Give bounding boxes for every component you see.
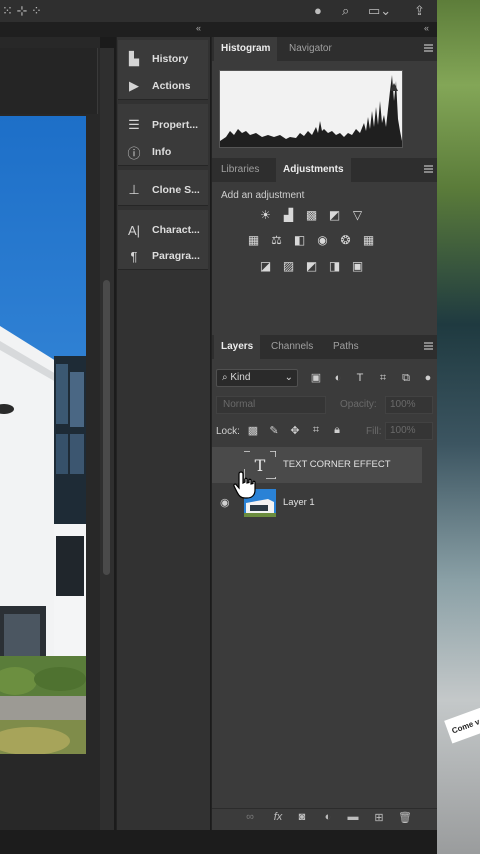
fill-label: Fill: [366, 426, 382, 437]
hand-cursor-icon [233, 471, 256, 499]
filter-shape-icon[interactable]: ⌗ [375, 369, 391, 387]
histogram-tabbar: Histogram Navigator [212, 37, 437, 61]
opacity-field[interactable]: 100% [385, 396, 433, 414]
vibrance-icon[interactable]: ▽ [349, 206, 366, 223]
dock-item-character[interactable]: A| Charact... [124, 220, 200, 240]
histogram-plot [220, 75, 402, 147]
history-icon: ▙ [129, 51, 139, 66]
layer-name[interactable]: TEXT CORNER EFFECT [283, 459, 391, 470]
filter-adjustment-icon[interactable]: ◐ [330, 369, 346, 387]
character-icon: A| [127, 222, 141, 238]
adjustments-tabbar: Libraries Adjustments [212, 158, 437, 182]
building-photo [0, 116, 86, 754]
layer-style-fx-icon[interactable]: fx [270, 811, 286, 823]
workspace-icon[interactable]: ▭⌄ [368, 2, 391, 20]
add-mask-icon[interactable]: ◙ [294, 811, 310, 823]
play-icon: ▶ [129, 78, 139, 93]
color-lookup-icon[interactable]: ▦ [360, 231, 377, 248]
histogram-graph [219, 70, 403, 148]
dock-item-properties[interactable]: ☰ Propert... [124, 115, 198, 135]
add-adjustment-label: Add an adjustment [221, 190, 305, 201]
black-white-icon[interactable]: ◧ [291, 231, 308, 248]
posterize-icon[interactable]: ▨ [280, 257, 297, 274]
properties-icon: ☰ [128, 117, 140, 132]
clone-source-icon: ⊥ [128, 182, 140, 197]
adjustment-row-2: ▦ ⚖ ◧ ◉ ❂ ▦ [245, 231, 377, 248]
tab-layers[interactable]: Layers [214, 335, 261, 359]
dock-item-info[interactable]: ⓘ Info [124, 142, 171, 162]
link-layers-icon[interactable]: ∞ [242, 811, 258, 823]
chevron-down-icon: ⌄ [284, 372, 293, 383]
filter-smart-object-icon[interactable]: ⧉ [398, 369, 414, 387]
gradient-map-icon[interactable]: ◨ [326, 257, 343, 274]
channel-mixer-icon[interactable]: ❂ [337, 231, 354, 248]
delete-layer-trash-icon[interactable]: 🗑︎ [397, 811, 413, 824]
panel-menu-icon[interactable] [424, 44, 433, 52]
lock-paint-icon[interactable]: ✎ [267, 424, 281, 440]
collapse-dock-icon[interactable]: « [196, 23, 201, 33]
lock-all-icon[interactable]: 🔒︎ [330, 424, 344, 440]
tab-adjustments[interactable]: Adjustments [276, 158, 351, 182]
new-group-folder-icon[interactable]: ▬ [345, 811, 361, 823]
color-balance-icon[interactable]: ⚖ [268, 231, 285, 248]
move-options-icon[interactable]: ⁙ ⊹ ⁘ [2, 2, 42, 20]
hue-saturation-icon[interactable]: ▦ [245, 231, 262, 248]
new-adjustment-layer-icon[interactable]: ◐ [320, 811, 336, 823]
tab-navigator[interactable]: Navigator [282, 37, 339, 61]
filter-pixel-icon[interactable]: ▣ [308, 369, 324, 387]
brightness-icon[interactable]: ☀ [257, 206, 274, 223]
selective-color-icon[interactable]: ▣ [349, 257, 366, 274]
tab-channels[interactable]: Channels [264, 335, 320, 359]
info-icon: ⓘ [127, 145, 141, 161]
canvas-scrollbar-thumb[interactable] [103, 280, 110, 575]
fill-field[interactable]: 100% [385, 422, 433, 440]
collapse-panels-icon[interactable]: « [424, 23, 429, 33]
dock-item-clone-source[interactable]: ⊥ Clone S... [124, 180, 200, 200]
layer-name[interactable]: Layer 1 [283, 497, 315, 508]
canvas-pasteboard [0, 48, 98, 114]
share-icon[interactable]: ⇪ [414, 2, 425, 20]
panel-header-strip [0, 22, 437, 37]
photo-filter-icon[interactable]: ◉ [314, 231, 331, 248]
lock-position-icon[interactable]: ✥ [288, 424, 302, 440]
panel-menu-icon[interactable] [424, 165, 433, 173]
threshold-icon[interactable]: ◩ [303, 257, 320, 274]
tab-paths[interactable]: Paths [326, 335, 366, 359]
dock-item-actions[interactable]: ▶ Actions [124, 76, 191, 96]
tab-histogram[interactable]: Histogram [214, 37, 278, 61]
filter-toggle-icon[interactable]: ● [420, 369, 436, 387]
canvas-image[interactable] [0, 116, 86, 754]
filter-type-icon[interactable]: T [352, 369, 368, 387]
options-bar: ⁙ ⊹ ⁘ ● ⌕ ▭⌄ ⇪ [0, 0, 437, 22]
adjustment-row-1: ☀ ▟ ▩ ◩ ▽ [257, 206, 366, 223]
curves-icon[interactable]: ▩ [303, 206, 320, 223]
dock-item-history[interactable]: ▙ History [124, 49, 188, 69]
lock-transparent-icon[interactable]: ▩ [246, 424, 260, 440]
layer-filter-dropdown[interactable]: ⌕ Kind ⌄ [216, 369, 298, 387]
adjustment-row-3: ◪ ▨ ◩ ◨ ▣ [257, 257, 366, 274]
lock-label: Lock: [216, 426, 240, 437]
lock-artboard-icon[interactable]: ⌗ [309, 424, 323, 440]
new-layer-icon[interactable]: ⊞ [371, 811, 387, 824]
blend-mode-dropdown[interactable]: Normal [216, 396, 326, 414]
dock-item-paragraph[interactable]: ¶ Paragra... [124, 246, 200, 266]
exposure-icon[interactable]: ◩ [326, 206, 343, 223]
panel-menu-icon[interactable] [424, 342, 433, 350]
opacity-label: Opacity: [340, 399, 377, 410]
search-icon[interactable]: ⌕ [342, 2, 349, 20]
levels-icon[interactable]: ▟ [280, 206, 297, 223]
layers-tabbar: Layers Channels Paths [212, 335, 437, 359]
tab-libraries[interactable]: Libraries [214, 158, 266, 182]
invert-icon[interactable]: ◪ [257, 257, 274, 274]
status-bar-area [0, 830, 437, 854]
visibility-eye-icon[interactable]: ◉ [220, 496, 230, 509]
user-icon[interactable]: ● [314, 2, 322, 20]
paragraph-icon: ¶ [130, 248, 138, 264]
